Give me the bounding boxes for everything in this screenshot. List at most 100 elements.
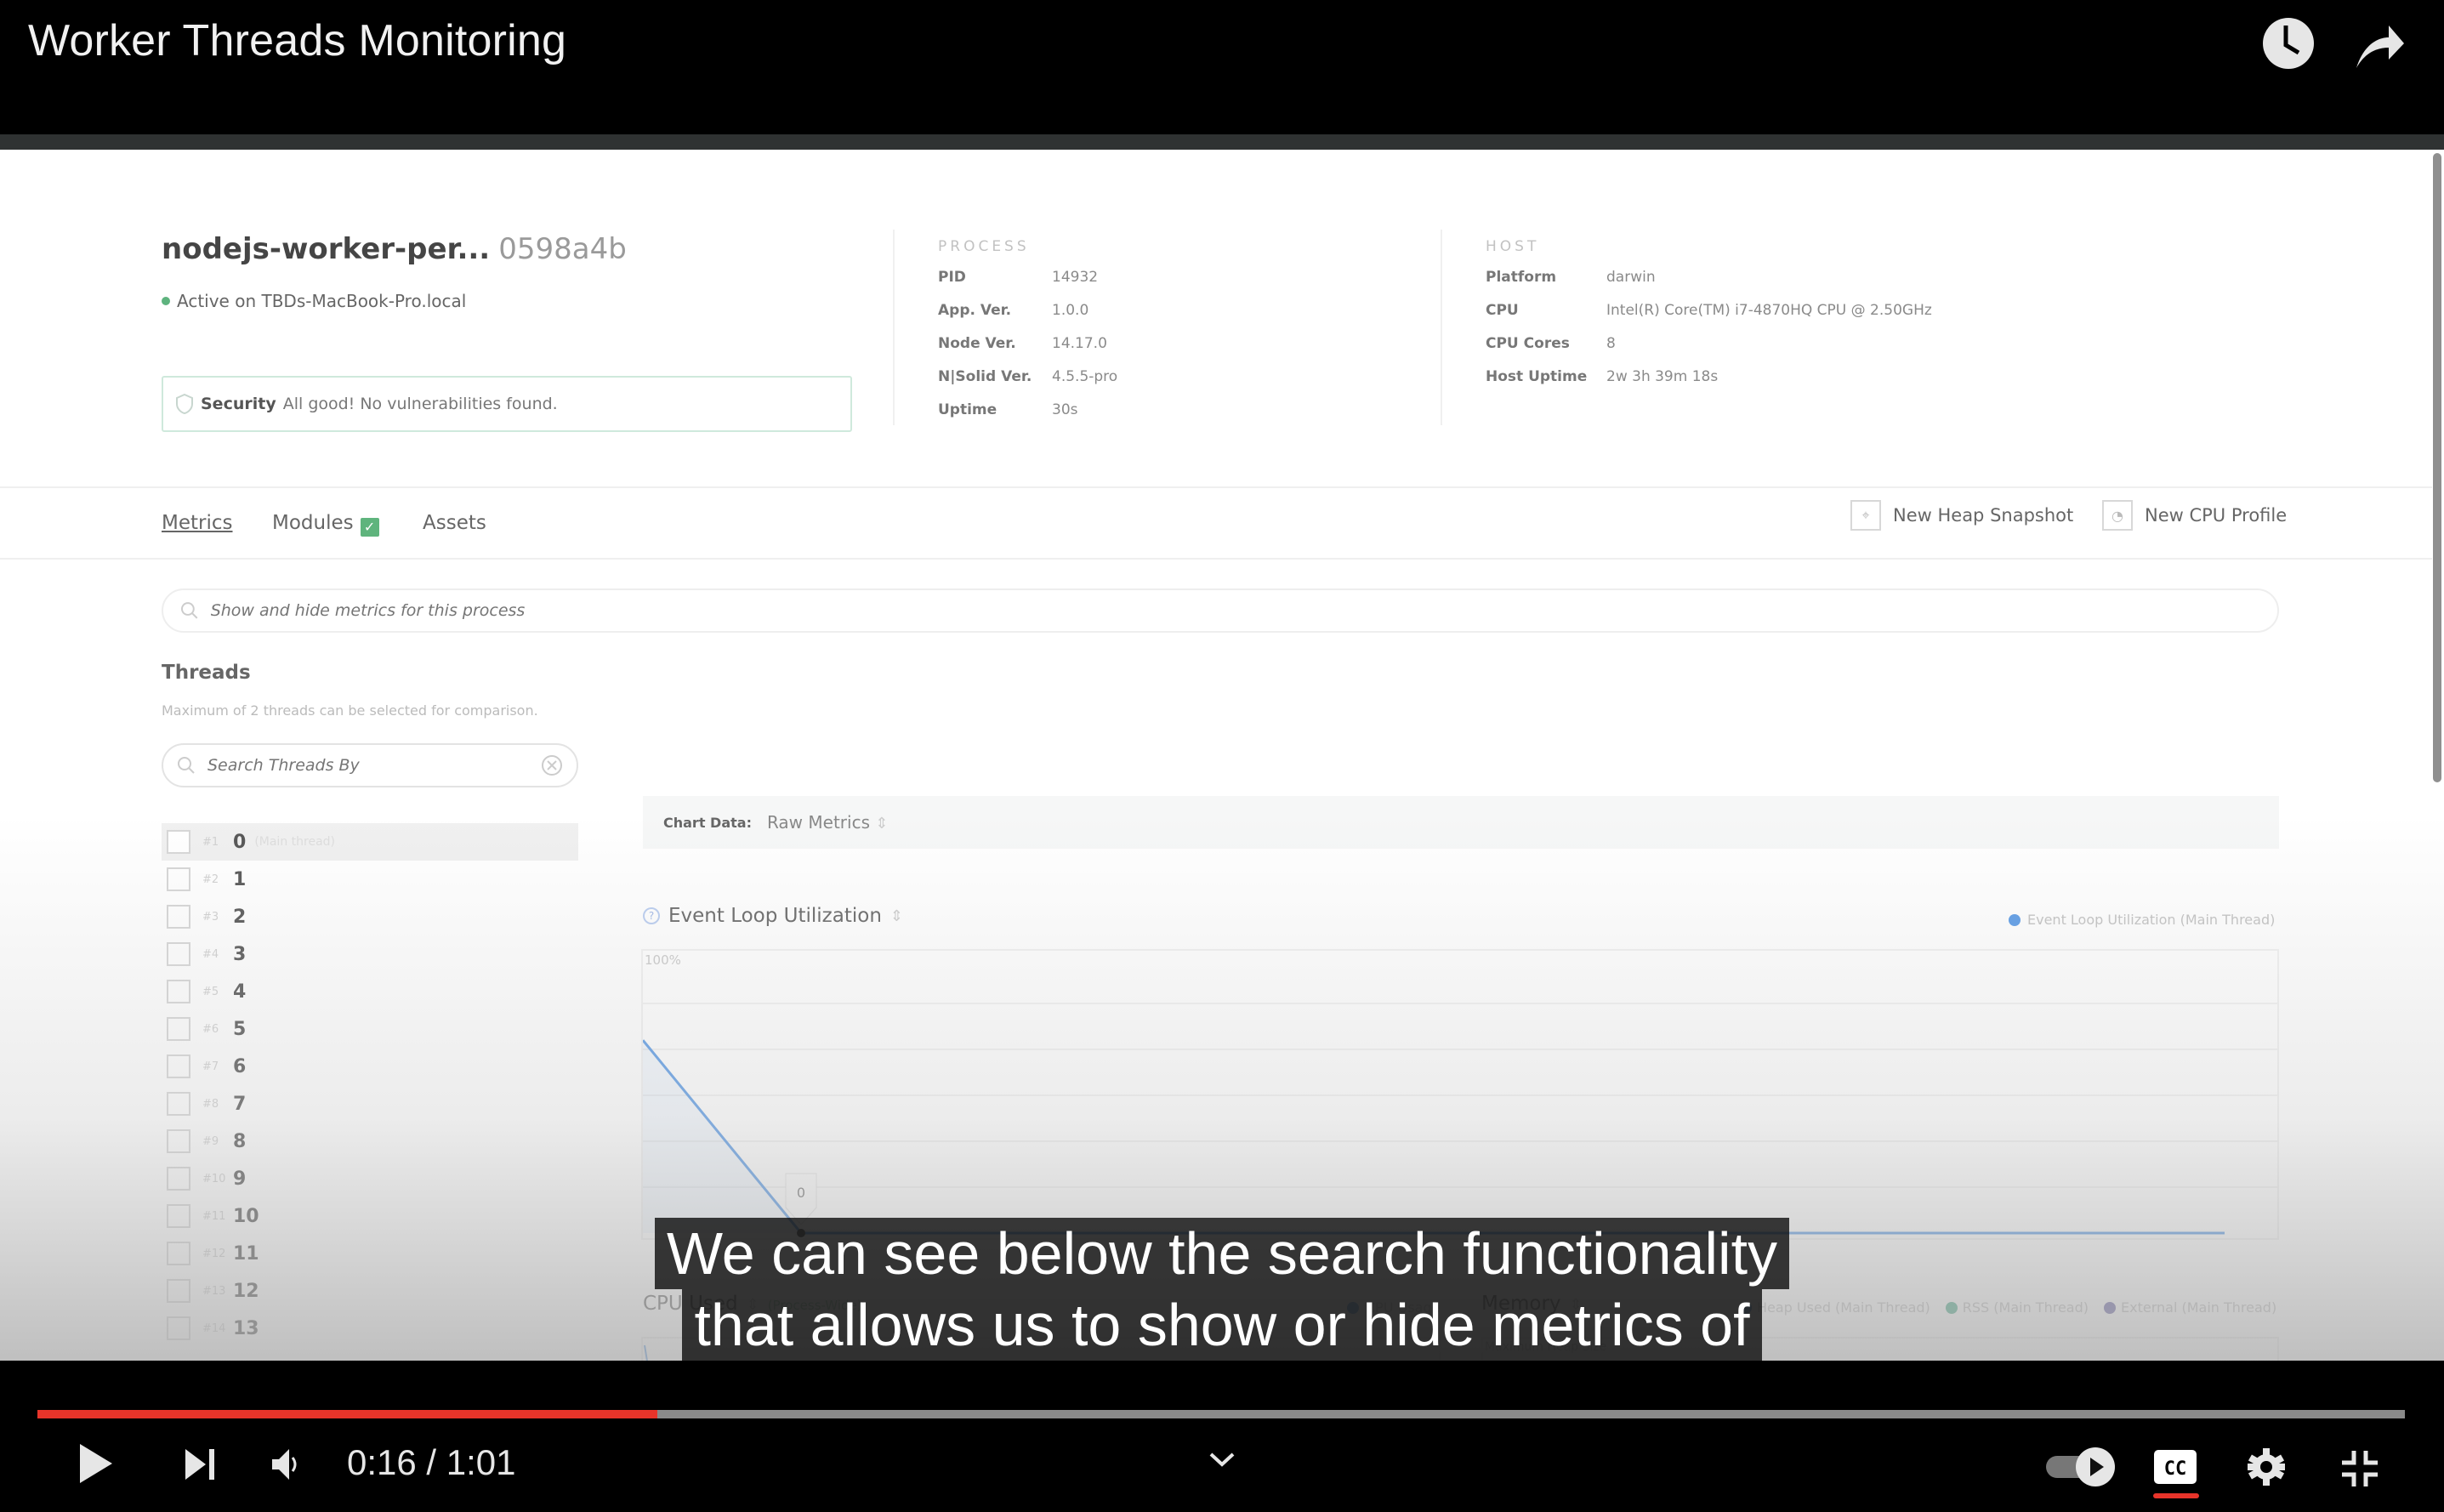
page-scrollbar[interactable] — [2433, 153, 2441, 782]
thread-checkbox[interactable] — [167, 905, 190, 929]
thread-checkbox[interactable] — [167, 867, 190, 891]
caption-line-2: that allows us to show or hide metrics o… — [0, 1289, 2444, 1361]
info-row: Host Uptime 2w 3h 39m 18s — [1486, 368, 1718, 385]
help-icon[interactable]: ? — [643, 907, 660, 924]
info-row: PID 14932 — [938, 269, 1098, 286]
tab-modules[interactable]: Modules ✓ — [272, 512, 379, 537]
caption-text: We can see below the search functionalit… — [654, 1218, 1790, 1289]
elu-title-text: Event Loop Utilization — [668, 905, 882, 927]
cpu-profile-label: New CPU Profile — [2145, 505, 2288, 526]
tab-assets[interactable]: Assets — [423, 512, 486, 534]
thread-checkbox[interactable] — [167, 942, 190, 966]
elu-series-area — [643, 1040, 2225, 1233]
tab-label: Modules — [272, 512, 354, 534]
play-icon[interactable] — [77, 1442, 116, 1489]
metric-search-field[interactable] — [162, 588, 2279, 633]
info-row: Uptime 30s — [938, 401, 1078, 418]
process-info-heading: PROCESS — [938, 238, 1030, 255]
chart-data-value: Raw Metrics — [766, 812, 870, 833]
autoplay-toggle[interactable] — [2044, 1446, 2117, 1492]
thread-row[interactable]: #2 1 — [162, 861, 578, 898]
thread-index: #4 — [202, 947, 219, 961]
select-arrows-icon: ⇕ — [875, 815, 889, 833]
chart-data-bar: Chart Data: Raw Metrics ⇕ — [643, 796, 2279, 849]
metric-search-input[interactable] — [210, 601, 2277, 620]
legend-label: Event Loop Utilization (Main Thread) — [2027, 912, 2276, 928]
threads-search-field[interactable] — [162, 743, 578, 787]
threads-heading: Threads — [162, 662, 251, 684]
clear-icon[interactable] — [541, 754, 563, 776]
security-text: All good! No vulnerabilities found. — [282, 395, 558, 413]
thread-row[interactable]: #4 3 — [162, 935, 578, 973]
info-value: 30s — [1052, 401, 1078, 418]
captions-cc-icon[interactable]: CC — [2153, 1449, 2197, 1489]
video-top-bar: Worker Threads Monitoring — [0, 0, 2444, 136]
video-title[interactable]: Worker Threads Monitoring — [28, 15, 566, 66]
y-tick-label: 100% — [645, 952, 681, 968]
next-icon[interactable] — [184, 1447, 218, 1486]
heap-snapshot-label: New Heap Snapshot — [1893, 505, 2074, 526]
info-key: Node Ver. — [938, 335, 1016, 352]
thread-row[interactable]: #8 7 — [162, 1085, 578, 1123]
thread-checkbox[interactable] — [167, 1129, 190, 1153]
elu-chart[interactable]: 100% 0 — [641, 949, 2279, 1240]
elu-legend: Event Loop Utilization (Main Thread) — [2009, 912, 2275, 928]
captions-active-indicator — [2153, 1493, 2199, 1498]
exit-fullscreen-icon[interactable] — [2340, 1449, 2379, 1492]
share-icon[interactable] — [2351, 15, 2407, 71]
info-value: 1.0.0 — [1052, 302, 1089, 319]
threads-search-input[interactable] — [207, 756, 529, 775]
thread-checkbox[interactable] — [167, 980, 190, 1003]
volume-icon[interactable] — [270, 1447, 304, 1486]
tab-label: Assets — [423, 512, 486, 534]
info-key: Uptime — [938, 401, 997, 418]
host-info-heading: HOST — [1486, 238, 1540, 255]
info-value: Intel(R) Core(TM) i7-4870HQ CPU @ 2.50GH… — [1606, 302, 1932, 319]
legend-dot — [2009, 913, 2021, 926]
time-current: 0:16 — [347, 1442, 417, 1482]
thread-index: #10 — [202, 1172, 226, 1185]
info-row: App. Ver. 1.0.0 — [938, 302, 1088, 319]
security-banner[interactable]: Security All good! No vulnerabilities fo… — [162, 376, 852, 432]
thread-id: 3 — [233, 943, 247, 965]
divider — [893, 230, 895, 425]
progress-bar[interactable] — [37, 1410, 2405, 1418]
watch-later-icon[interactable] — [2260, 15, 2316, 71]
thread-row[interactable]: #10 9 — [162, 1160, 578, 1197]
chevron-down-icon[interactable] — [1208, 1451, 1236, 1474]
sort-icon[interactable]: ⇕ — [890, 907, 903, 925]
elu-series-line — [643, 1039, 2225, 1235]
thread-checkbox[interactable] — [167, 1167, 190, 1191]
info-key: PID — [938, 269, 966, 286]
elu-chart-svg: 0 — [643, 1003, 2277, 1237]
thread-checkbox[interactable] — [167, 1054, 190, 1078]
thread-row[interactable]: #1 0 (Main thread) — [162, 823, 578, 861]
shield-icon — [176, 394, 193, 414]
thread-label: (Main thread) — [254, 835, 335, 849]
thread-row[interactable]: #5 4 — [162, 973, 578, 1010]
tab-metrics[interactable]: Metrics — [162, 512, 233, 534]
thread-row[interactable]: #3 2 — [162, 898, 578, 935]
thread-id: 8 — [233, 1130, 247, 1152]
thread-row[interactable]: #6 5 — [162, 1010, 578, 1048]
info-value: 14932 — [1052, 269, 1099, 286]
status-text: Active on TBDs-MacBook-Pro.local — [177, 291, 467, 311]
progress-played — [37, 1410, 658, 1418]
thread-index: #8 — [202, 1097, 219, 1111]
thread-checkbox[interactable] — [167, 830, 190, 854]
chart-data-label: Chart Data: — [663, 814, 752, 831]
new-heap-snapshot-button[interactable]: ⌖ New Heap Snapshot — [1850, 500, 2073, 531]
status-dot-icon — [162, 297, 170, 305]
thread-checkbox[interactable] — [167, 1092, 190, 1116]
process-title: nodejs-worker-per... 0598a4b — [162, 232, 627, 266]
thread-checkbox[interactable] — [167, 1017, 190, 1041]
thread-row[interactable]: #7 6 — [162, 1048, 578, 1085]
new-cpu-profile-button[interactable]: ◔ New CPU Profile — [2102, 500, 2287, 531]
time-total: 1:01 — [446, 1442, 516, 1482]
process-status: Active on TBDs-MacBook-Pro.local — [162, 291, 466, 311]
info-value: 8 — [1606, 335, 1616, 352]
thread-index: #7 — [202, 1060, 219, 1073]
settings-gear-icon[interactable] — [2247, 1447, 2286, 1491]
chart-data-select[interactable]: Raw Metrics ⇕ — [767, 812, 888, 833]
thread-row[interactable]: #9 8 — [162, 1123, 578, 1160]
